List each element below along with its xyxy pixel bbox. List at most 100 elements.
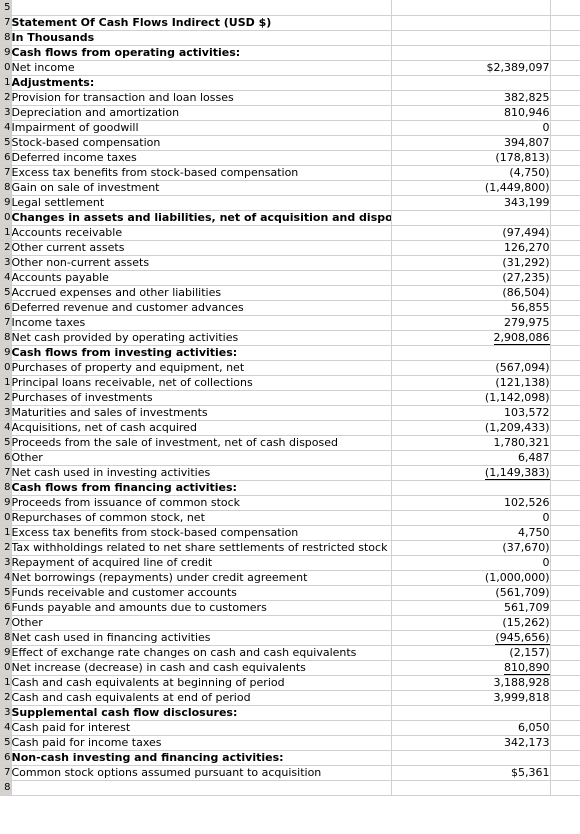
cell-extra[interactable] bbox=[550, 525, 580, 541]
cell-label[interactable]: Adjustments: bbox=[11, 75, 392, 91]
cell-value[interactable]: 279,975 bbox=[391, 315, 551, 331]
row-number-header[interactable]: 7 bbox=[0, 15, 12, 31]
cell-extra[interactable] bbox=[550, 585, 580, 601]
row-number-header[interactable]: 7 bbox=[0, 765, 12, 781]
cell-extra[interactable] bbox=[550, 690, 580, 706]
cell-extra[interactable] bbox=[550, 375, 580, 391]
cell-value[interactable]: 394,807 bbox=[391, 135, 551, 151]
cell-value[interactable]: 0 bbox=[391, 510, 551, 526]
cell-value[interactable]: 0 bbox=[391, 120, 551, 136]
row-number-header[interactable]: 3 bbox=[0, 555, 12, 571]
cell-value[interactable]: 4,750 bbox=[391, 525, 551, 541]
cell-label[interactable]: Legal settlement bbox=[11, 195, 392, 211]
cell-label[interactable]: Principal loans receivable, net of colle… bbox=[11, 375, 392, 391]
cell-extra[interactable] bbox=[550, 750, 580, 766]
cell-extra[interactable] bbox=[550, 510, 580, 526]
cell-value[interactable]: 382,825 bbox=[391, 90, 551, 106]
cell-label[interactable]: Accounts receivable bbox=[11, 225, 392, 241]
cell-label[interactable]: Funds payable and amounts due to custome… bbox=[11, 600, 392, 616]
cell-label[interactable]: Purchases of investments bbox=[11, 390, 392, 406]
row-number-header[interactable]: 0 bbox=[0, 360, 12, 376]
cell-label[interactable]: Tax withholdings related to net share se… bbox=[11, 540, 392, 556]
row-number-header[interactable]: 8 bbox=[0, 780, 12, 796]
cell-value[interactable]: 6,487 bbox=[391, 450, 551, 466]
cell-label[interactable]: Gain on sale of investment bbox=[11, 180, 392, 196]
cell-extra[interactable] bbox=[550, 75, 580, 91]
cell-label[interactable]: Acquisitions, net of cash acquired bbox=[11, 420, 392, 436]
cell-extra[interactable] bbox=[550, 615, 580, 631]
cell-value[interactable] bbox=[391, 75, 551, 91]
cell-label[interactable]: Net borrowings (repayments) under credit… bbox=[11, 570, 392, 586]
cell-extra[interactable] bbox=[550, 570, 580, 586]
cell-label[interactable]: Excess tax benefits from stock-based com… bbox=[11, 165, 392, 181]
cell-value[interactable]: (1,449,800) bbox=[391, 180, 551, 196]
cell-extra[interactable] bbox=[550, 645, 580, 661]
row-number-header[interactable]: 5 bbox=[0, 135, 12, 151]
cell-extra[interactable] bbox=[550, 135, 580, 151]
row-number-header[interactable]: 6 bbox=[0, 300, 12, 316]
cell-value[interactable]: (561,709) bbox=[391, 585, 551, 601]
row-number-header[interactable]: 5 bbox=[0, 735, 12, 751]
cell-value[interactable]: (945,656) bbox=[391, 630, 551, 646]
cell-label[interactable]: Other non-current assets bbox=[11, 255, 392, 271]
cell-extra[interactable] bbox=[550, 675, 580, 691]
cell-label[interactable]: Net increase (decrease) in cash and cash… bbox=[11, 660, 392, 676]
cell-label[interactable]: Deferred revenue and customer advances bbox=[11, 300, 392, 316]
cell-value[interactable]: $2,389,097 bbox=[391, 60, 551, 76]
cell-value[interactable]: 3,188,928 bbox=[391, 675, 551, 691]
cell-extra[interactable] bbox=[550, 495, 580, 511]
row-number-header[interactable]: 2 bbox=[0, 240, 12, 256]
cell-value[interactable] bbox=[391, 750, 551, 766]
row-number-header[interactable]: 8 bbox=[0, 480, 12, 496]
row-number-header[interactable]: 6 bbox=[0, 750, 12, 766]
cell-extra[interactable] bbox=[550, 465, 580, 481]
cell-label[interactable]: In Thousands bbox=[11, 30, 392, 46]
cell-extra[interactable] bbox=[550, 345, 580, 361]
row-number-header[interactable]: 3 bbox=[0, 255, 12, 271]
cell-value[interactable]: 810,890 bbox=[391, 660, 551, 676]
cell-value[interactable] bbox=[391, 0, 551, 16]
cell-value[interactable]: (567,094) bbox=[391, 360, 551, 376]
cell-value[interactable]: (2,157) bbox=[391, 645, 551, 661]
cell-label[interactable]: Net cash used in financing activities bbox=[11, 630, 392, 646]
row-number-header[interactable]: 0 bbox=[0, 60, 12, 76]
cell-label[interactable]: Depreciation and amortization bbox=[11, 105, 392, 121]
cell-label[interactable]: Cash paid for income taxes bbox=[11, 735, 392, 751]
row-number-header[interactable]: 3 bbox=[0, 105, 12, 121]
row-number-header[interactable]: 7 bbox=[0, 165, 12, 181]
cell-value[interactable]: (178,813) bbox=[391, 150, 551, 166]
cell-extra[interactable] bbox=[550, 390, 580, 406]
cell-extra[interactable] bbox=[550, 780, 580, 796]
cell-label[interactable]: Common stock options assumed pursuant to… bbox=[11, 765, 392, 781]
cell-extra[interactable] bbox=[550, 360, 580, 376]
cell-value[interactable]: (1,209,433) bbox=[391, 420, 551, 436]
cell-value[interactable]: 103,572 bbox=[391, 405, 551, 421]
cell-value[interactable]: (27,235) bbox=[391, 270, 551, 286]
row-number-header[interactable]: 8 bbox=[0, 30, 12, 46]
cell-value[interactable]: 0 bbox=[391, 555, 551, 571]
cell-extra[interactable] bbox=[550, 735, 580, 751]
cell-extra[interactable] bbox=[550, 555, 580, 571]
cell-value[interactable]: 2,908,086 bbox=[391, 330, 551, 346]
row-number-header[interactable]: 8 bbox=[0, 630, 12, 646]
row-number-header[interactable]: 5 bbox=[0, 0, 12, 16]
cell-extra[interactable] bbox=[550, 330, 580, 346]
cell-label[interactable]: Stock-based compensation bbox=[11, 135, 392, 151]
cell-label[interactable] bbox=[11, 780, 392, 796]
row-number-header[interactable]: 1 bbox=[0, 225, 12, 241]
cell-value[interactable]: 343,199 bbox=[391, 195, 551, 211]
cell-label[interactable]: Proceeds from issuance of common stock bbox=[11, 495, 392, 511]
cell-extra[interactable] bbox=[550, 270, 580, 286]
cell-label[interactable]: Maturities and sales of investments bbox=[11, 405, 392, 421]
row-number-header[interactable]: 7 bbox=[0, 315, 12, 331]
row-number-header[interactable]: 1 bbox=[0, 525, 12, 541]
cell-value[interactable]: (37,670) bbox=[391, 540, 551, 556]
cell-label[interactable]: Repayment of acquired line of credit bbox=[11, 555, 392, 571]
row-number-header[interactable]: 4 bbox=[0, 270, 12, 286]
cell-label[interactable]: Non-cash investing and financing activit… bbox=[11, 750, 392, 766]
cell-value[interactable]: 1,780,321 bbox=[391, 435, 551, 451]
cell-value[interactable]: (121,138) bbox=[391, 375, 551, 391]
cell-extra[interactable] bbox=[550, 180, 580, 196]
cell-label[interactable]: Accounts payable bbox=[11, 270, 392, 286]
cell-extra[interactable] bbox=[550, 225, 580, 241]
